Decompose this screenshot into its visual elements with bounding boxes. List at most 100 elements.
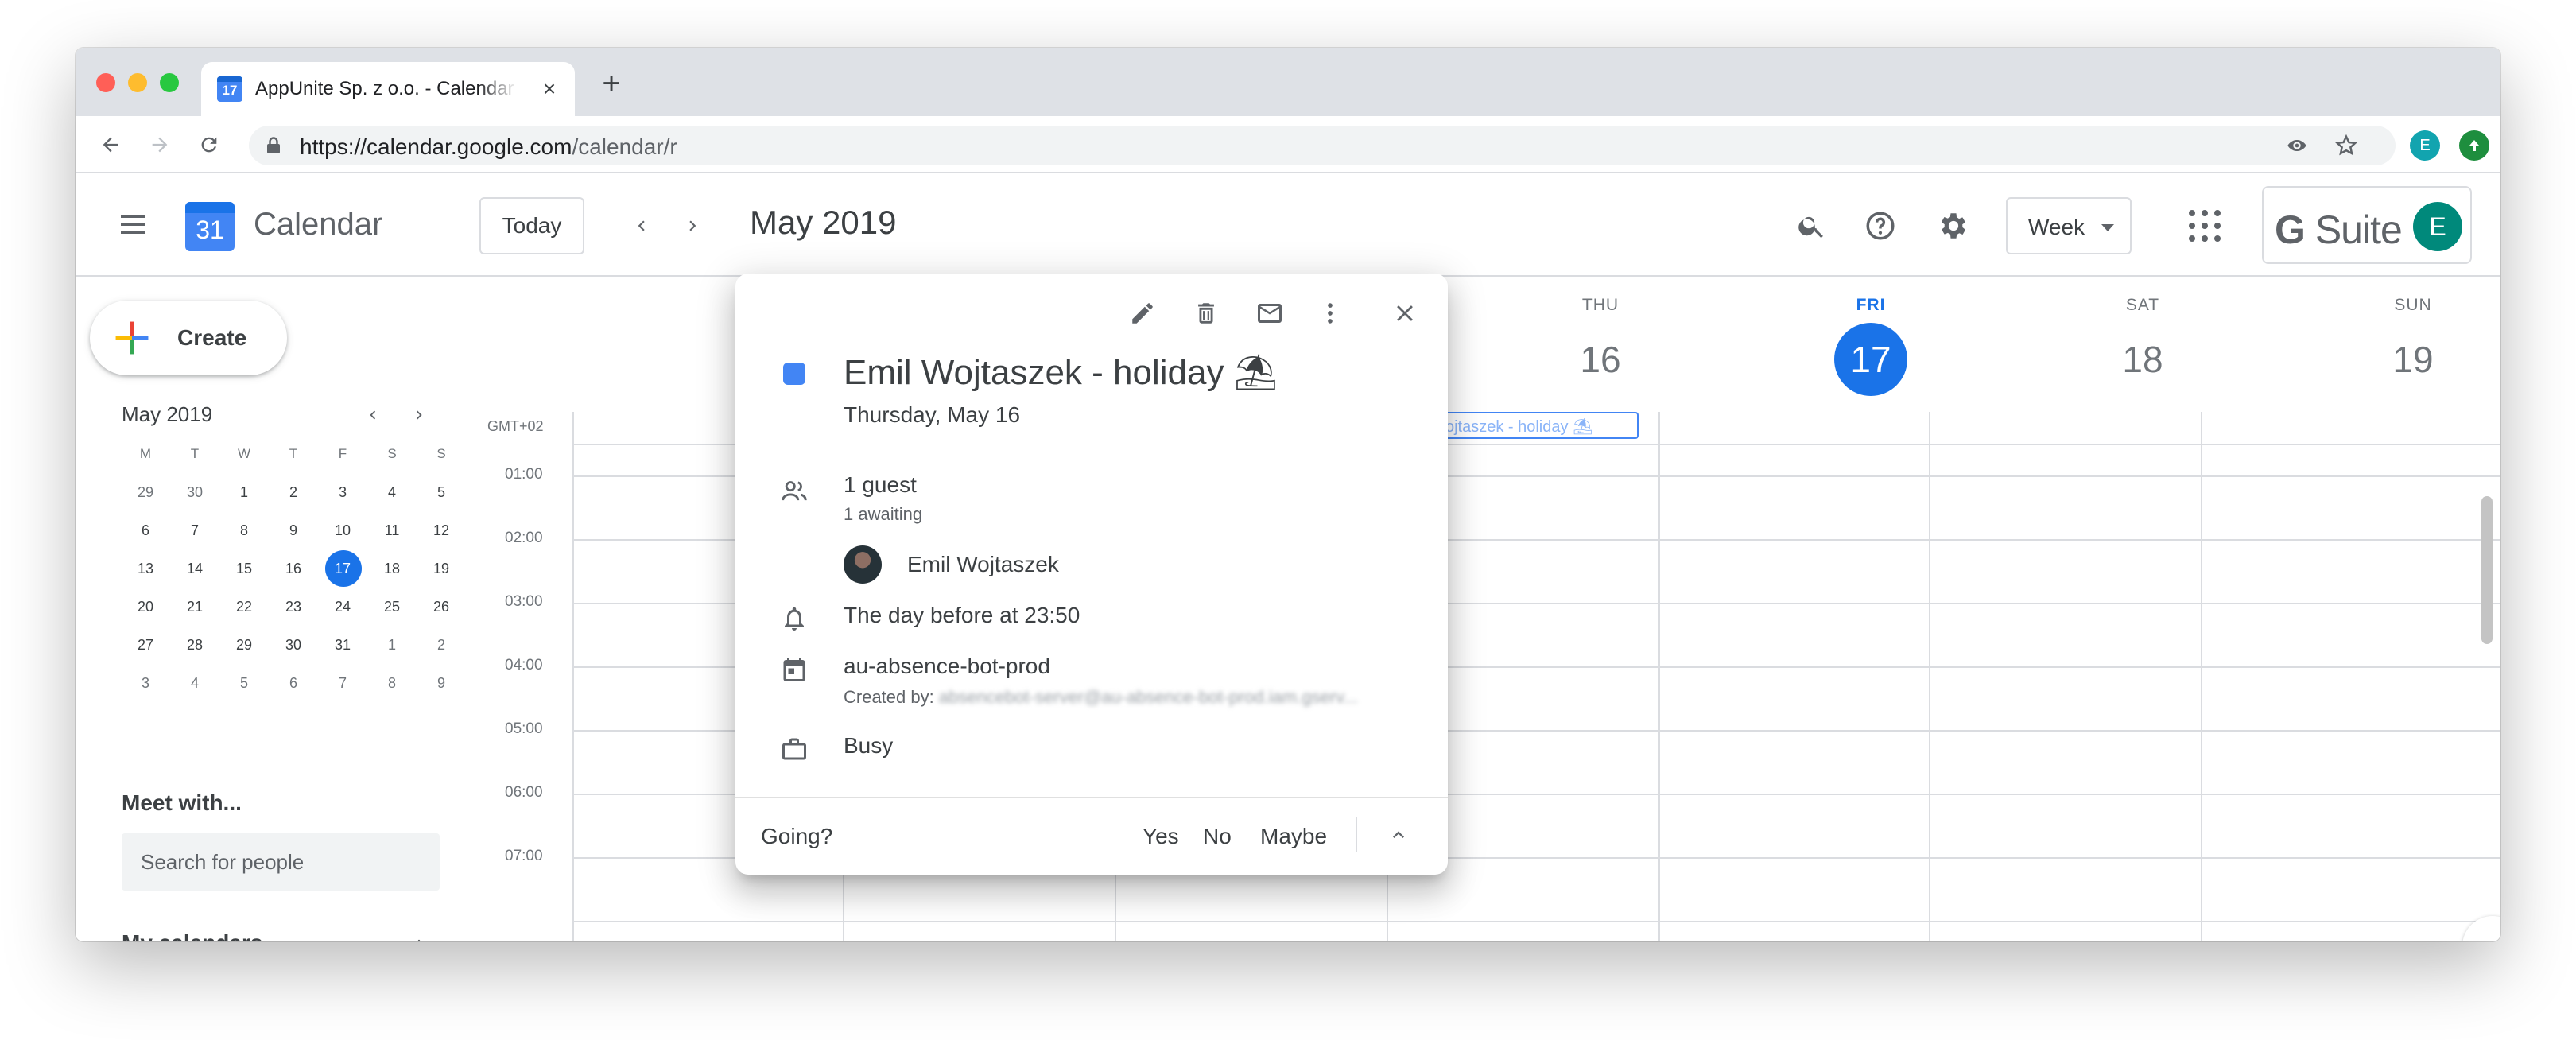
mini-day[interactable]: 26 — [417, 588, 465, 625]
mini-day[interactable]: 28 — [171, 627, 219, 663]
close-icon[interactable] — [1386, 294, 1424, 332]
mini-day[interactable]: 2 — [417, 627, 465, 663]
timezone-label: GMT+02 — [487, 418, 544, 434]
mini-day[interactable]: 3 — [122, 665, 169, 701]
mini-day[interactable]: 15 — [220, 550, 268, 587]
minimize-window-button[interactable] — [128, 73, 147, 92]
lock-icon — [266, 137, 281, 158]
mini-day[interactable]: 14 — [171, 550, 219, 587]
mini-day[interactable]: 4 — [368, 474, 416, 510]
search-icon[interactable] — [1793, 207, 1831, 245]
mini-day-number: 4 — [387, 483, 396, 500]
browser-tab[interactable]: 17 AppUnite Sp. z o.o. - Calendar × — [201, 62, 575, 116]
mini-day[interactable]: 7 — [319, 665, 367, 701]
previous-week-icon[interactable] — [623, 207, 661, 245]
mini-day[interactable]: 21 — [171, 588, 219, 625]
search-people-input[interactable] — [122, 833, 440, 891]
mini-day[interactable]: 10 — [319, 512, 367, 549]
profile-avatar[interactable]: E — [2410, 130, 2440, 161]
mini-day[interactable]: 6 — [270, 665, 317, 701]
rsvp-maybe-button[interactable]: Maybe — [1260, 824, 1327, 849]
email-envelope-icon[interactable] — [1251, 294, 1289, 332]
main-menu-icon[interactable] — [115, 207, 150, 242]
mini-day[interactable]: 16 — [270, 550, 317, 587]
mini-day[interactable]: 5 — [220, 665, 268, 701]
day-of-week: SAT — [2125, 296, 2160, 314]
day-of-week: THU — [1581, 296, 1620, 314]
view-selector[interactable]: Week — [2006, 197, 2132, 254]
calendar-favicon-icon: 17 — [217, 76, 242, 102]
day-header-fri[interactable]: FRI 17 — [1736, 296, 2006, 396]
day-header-sat[interactable]: SAT 18 — [2008, 296, 2278, 396]
mini-day[interactable]: 30 — [270, 627, 317, 663]
mini-day[interactable]: 29 — [220, 627, 268, 663]
mini-day[interactable]: 4 — [171, 665, 219, 701]
mini-next-month-icon[interactable] — [405, 401, 433, 429]
mini-day[interactable]: 30 — [171, 474, 219, 510]
visibility-icon[interactable] — [2284, 133, 2310, 158]
mini-day[interactable]: 1 — [368, 627, 416, 663]
calendar-app: 31 Calendar Today May 2019 Week G Suite … — [76, 173, 2500, 941]
day-header-sun[interactable]: SUN 19 — [2278, 296, 2500, 396]
mini-day[interactable]: 5 — [417, 474, 465, 510]
mini-day[interactable]: 11 — [368, 512, 416, 549]
mini-day[interactable]: 3 — [319, 474, 367, 510]
grid-scrollbar[interactable] — [2481, 496, 2493, 644]
mini-day[interactable]: 25 — [368, 588, 416, 625]
my-calendars-title[interactable]: My calendars — [122, 930, 262, 941]
mini-day[interactable]: 9 — [417, 665, 465, 701]
back-icon[interactable] — [93, 127, 128, 162]
mini-day[interactable]: 24 — [319, 588, 367, 625]
day-header-thu[interactable]: THU 16 — [1465, 296, 1736, 396]
mini-day-number: 25 — [383, 598, 401, 615]
next-week-icon[interactable] — [673, 207, 712, 245]
account-avatar[interactable]: E — [2413, 202, 2462, 251]
mini-day[interactable]: 13 — [122, 550, 169, 587]
guest-name[interactable]: Emil Wojtaszek — [907, 552, 1059, 577]
guest-status: 1 awaiting — [844, 504, 923, 524]
mini-day[interactable]: 19 — [417, 550, 465, 587]
mini-prev-month-icon[interactable] — [359, 401, 387, 429]
mini-day[interactable]: 8 — [368, 665, 416, 701]
reload-icon[interactable] — [192, 127, 227, 162]
more-options-icon[interactable] — [1311, 294, 1349, 332]
mini-day[interactable]: 23 — [270, 588, 317, 625]
mini-day-number: 9 — [289, 522, 297, 538]
help-icon[interactable] — [1861, 207, 1899, 245]
edit-pencil-icon[interactable] — [1123, 294, 1162, 332]
mini-day[interactable]: 29 — [122, 474, 169, 510]
bookmark-star-icon[interactable] — [2334, 133, 2359, 158]
create-button[interactable]: Create — [90, 301, 287, 375]
close-window-button[interactable] — [96, 73, 115, 92]
mini-day[interactable]: 31 — [319, 627, 367, 663]
mini-day[interactable]: 27 — [122, 627, 169, 663]
mini-day[interactable]: 7 — [171, 512, 219, 549]
google-apps-icon[interactable] — [2189, 210, 2221, 242]
mini-day[interactable]: 6 — [122, 512, 169, 549]
mini-day[interactable]: 1 — [220, 474, 268, 510]
mini-day[interactable]: 18 — [368, 550, 416, 587]
expand-rsvp-icon[interactable] — [1381, 817, 1416, 852]
delete-trash-icon[interactable] — [1187, 294, 1225, 332]
mini-day[interactable]: 2 — [270, 474, 317, 510]
forward-icon[interactable] — [142, 127, 177, 162]
mini-day[interactable]: 8 — [220, 512, 268, 549]
rsvp-no-button[interactable]: No — [1203, 824, 1232, 849]
mini-day-number: 6 — [141, 522, 149, 538]
tab-close-icon[interactable]: × — [537, 76, 562, 102]
today-button[interactable]: Today — [479, 197, 584, 254]
mini-calendar-month: May 2019 — [122, 402, 213, 426]
mini-day[interactable]: 20 — [122, 588, 169, 625]
maximize-window-button[interactable] — [160, 73, 179, 92]
rsvp-yes-button[interactable]: Yes — [1143, 824, 1179, 849]
settings-gear-icon[interactable] — [1934, 207, 1973, 245]
new-tab-button[interactable]: + — [597, 68, 626, 99]
mini-weekday-header: S — [387, 446, 397, 461]
mini-day-today[interactable]: 17 — [319, 550, 367, 587]
mini-day[interactable]: 22 — [220, 588, 268, 625]
mini-day[interactable]: 12 — [417, 512, 465, 549]
address-bar[interactable]: https://calendar.google.com/calendar/r — [249, 126, 2396, 165]
mini-day[interactable]: 9 — [270, 512, 317, 549]
update-icon[interactable] — [2459, 130, 2489, 161]
chevron-up-icon[interactable] — [403, 927, 435, 941]
